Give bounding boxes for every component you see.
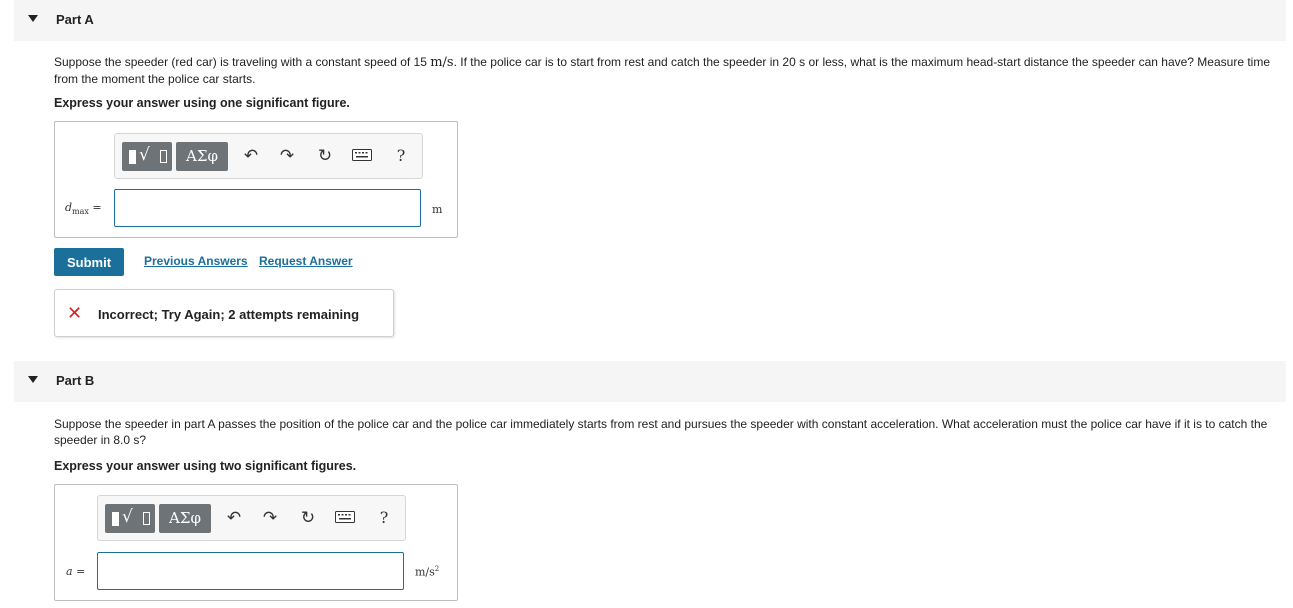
part-b-instruction: Express your answer using two significan… [54,459,357,473]
templates-icon[interactable]: √ [122,142,172,171]
feedback-message: Incorrect; Try Again; 2 attempts remaini… [98,307,360,322]
part-a-instruction: Express your answer using one significan… [54,96,350,110]
help-icon[interactable]: ? [390,145,412,167]
part-b-question: Suppose the speeder in part A passes the… [54,417,1268,447]
part-a-answer-box: √ ΑΣφ ↶ ↷ ↻ ? dmax = m [54,121,458,238]
part-a-title: Part A [56,12,94,27]
keyboard-icon[interactable] [351,145,373,167]
part-a-unit: m [432,203,443,216]
submit-button[interactable]: Submit [54,248,124,276]
feedback-box: ✕ Incorrect; Try Again; 2 attempts remai… [54,289,394,337]
undo-icon[interactable]: ↶ [223,507,245,529]
templates-icon[interactable]: √ [105,504,155,533]
greek-letters-icon[interactable]: ΑΣφ [159,504,211,533]
help-icon[interactable]: ? [373,507,395,529]
part-b-math-toolbar: √ ΑΣφ ↶ ↷ ↻ ? [97,495,406,541]
greek-letters-icon[interactable]: ΑΣφ [176,142,228,171]
part-a-question-text-1: Suppose the speeder (red car) is traveli… [54,55,431,69]
part-a-header[interactable]: Part A [14,0,1286,41]
part-a-question: Suppose the speeder (red car) is traveli… [54,54,1289,87]
part-b-header[interactable]: Part B [14,361,1286,402]
part-a-variable-label: dmax = [65,201,102,217]
undo-icon[interactable]: ↶ [240,145,262,167]
part-b-answer-box: √ ΑΣφ ↶ ↷ ↻ ? a = m/s2 [54,484,458,601]
part-b-variable-label: a = [66,565,86,578]
part-a-math-toolbar: √ ΑΣφ ↶ ↷ ↻ ? [114,133,423,179]
redo-icon[interactable]: ↷ [259,507,281,529]
previous-answers-link[interactable]: Previous Answers [144,254,248,268]
collapse-caret-icon[interactable] [28,15,38,22]
part-b-answer-input[interactable] [97,552,404,590]
part-b-unit: m/s2 [415,565,440,579]
collapse-caret-icon[interactable] [28,376,38,383]
reset-icon[interactable]: ↻ [297,507,319,529]
reset-icon[interactable]: ↻ [314,145,336,167]
part-b-title: Part B [56,373,95,388]
speed-unit: m/s [430,55,454,70]
error-x-icon: ✕ [67,303,83,324]
redo-icon[interactable]: ↷ [276,145,298,167]
keyboard-icon[interactable] [334,507,356,529]
part-a-answer-input[interactable] [114,189,421,227]
request-answer-link[interactable]: Request Answer [259,254,353,268]
